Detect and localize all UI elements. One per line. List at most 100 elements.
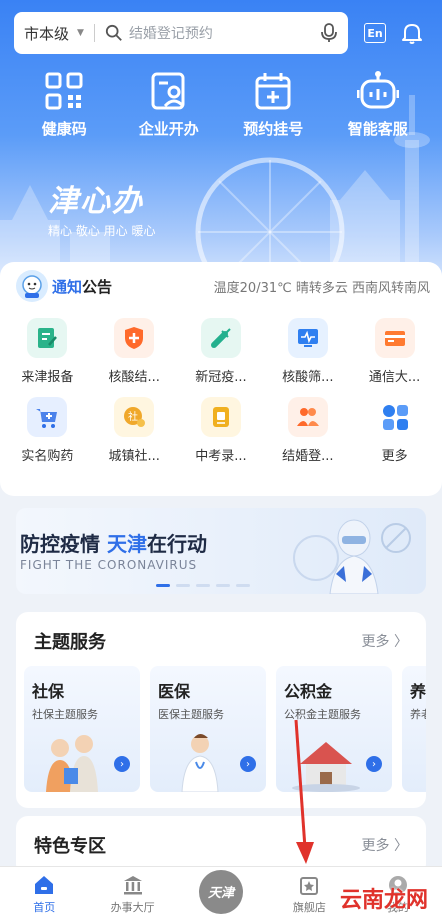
promo-banner[interactable]: 防控疫情 天津在行动 FIGHT THE CORONAVIRUS [16, 508, 426, 594]
service-item[interactable]: 社 城镇社... [91, 397, 178, 464]
tianjin-logo-button: 天津 [199, 869, 244, 914]
search-input[interactable]: 结婚登记预约 [129, 23, 320, 43]
store-icon [300, 877, 319, 895]
banner-title: 防控疫情 天津在行动 [20, 528, 207, 557]
theme-service-list: 社保 社保主题服务 › 医保 医保主题服务 › 公积金 公积金主题服务 › 养 … [24, 666, 426, 792]
brand-logo: 津心办 精心 敬心 用心 暖心 [48, 176, 155, 239]
service-card: 通知公告 温度20/31℃ 晴转多云 西南风转南风 来津报备 核酸结... 新冠… [0, 262, 442, 496]
service-item[interactable]: 新冠疫... [178, 318, 265, 385]
theme-services-section: 主题服务 更多 〉 社保 社保主题服务 › 医保 医保主题服务 › 公积金 公积… [16, 612, 426, 808]
search-icon [105, 24, 122, 41]
service-label: 核酸筛... [282, 370, 334, 385]
doctor-protective-suit-illustration [293, 519, 411, 594]
robot-icon [356, 71, 399, 109]
arrow-right-icon[interactable]: › [240, 756, 256, 772]
service-item[interactable]: 核酸结... [91, 318, 178, 385]
report-icon [27, 318, 68, 358]
social-badge-icon: 社 [114, 397, 155, 437]
weather-text: 温度20/31℃ 晴转多云 西南风转南风 [213, 280, 430, 296]
quick-action-health-code[interactable]: 健康码 [14, 70, 114, 139]
more-link[interactable]: 更多 〉 [362, 631, 408, 651]
svg-text:社: 社 [128, 410, 138, 423]
carousel-dot [176, 584, 190, 587]
divider [93, 24, 95, 42]
more-grid-icon [375, 397, 415, 437]
exam-icon [200, 397, 241, 437]
notice-bar[interactable]: 通知公告 温度20/31℃ 晴转多云 西南风转南风 [0, 262, 442, 310]
carousel-dot [196, 584, 210, 587]
arrow-right-icon[interactable]: › [114, 756, 130, 772]
tab-home[interactable]: 首页 [0, 867, 88, 922]
theme-service-card[interactable]: 社保 社保主题服务 › [24, 666, 140, 792]
service-grid: 来津报备 核酸结... 新冠疫... 核酸筛... 通信大... 实名购药 社 … [0, 310, 442, 464]
cart-plus-icon [27, 397, 68, 437]
service-label: 中考录... [195, 449, 247, 464]
theme-service-title: 医保 [158, 682, 191, 701]
tab-center-tianjin[interactable]: 天津 [177, 867, 265, 922]
service-item[interactable]: 核酸筛... [264, 318, 351, 385]
service-label: 通信大... [368, 370, 421, 385]
theme-service-title: 公积金 [284, 682, 333, 701]
couple-icon [287, 397, 328, 437]
theme-service-title: 养 [410, 682, 426, 701]
banner-subtitle: FIGHT THE CORONAVIRUS [20, 558, 198, 572]
banner-title-c: 在行动 [146, 532, 207, 556]
monitor-pulse-icon [287, 318, 328, 358]
quick-action-ai-service[interactable]: 智能客服 [328, 70, 428, 139]
home-icon [35, 876, 54, 894]
service-item[interactable]: 结婚登... [264, 397, 351, 464]
service-item[interactable]: 中考录... [178, 397, 265, 464]
service-label: 城镇社... [108, 449, 160, 464]
carousel-indicator [156, 584, 250, 587]
quick-action-appointment[interactable]: 预约挂号 [223, 70, 323, 139]
tab-label: 首页 [33, 901, 56, 914]
doctor-illustration [181, 734, 219, 792]
theme-service-subtitle: 养老 [410, 708, 426, 721]
government-building-icon [123, 876, 142, 895]
calendar-plus-icon [255, 73, 291, 110]
qr-code-icon [45, 72, 83, 110]
theme-service-title: 社保 [32, 682, 65, 701]
theme-service-card[interactable]: 公积金 公积金主题服务 › [276, 666, 392, 792]
quick-action-enterprise[interactable]: 企业开办 [119, 70, 219, 139]
quick-action-label: 健康码 [41, 120, 87, 138]
bell-icon[interactable] [400, 21, 424, 45]
service-label: 来津报备 [21, 370, 74, 385]
elderly-couple-illustration [46, 735, 98, 792]
brand-logo-text: 津心办 [48, 184, 144, 219]
theme-service-card[interactable]: 医保 医保主题服务 › [150, 666, 266, 792]
tab-label: 办事大厅 [110, 901, 155, 914]
carousel-dot [216, 584, 230, 587]
service-item[interactable]: 实名购药 [4, 397, 91, 464]
section-title: 特色专区 [34, 836, 106, 857]
service-item[interactable]: 来津报备 [4, 318, 91, 385]
shield-plus-icon [114, 318, 155, 358]
carousel-dot [156, 584, 170, 587]
top-bar: 市本级 ▼ 结婚登记预约 En [14, 12, 430, 54]
section-header: 主题服务 更多 〉 [16, 612, 426, 654]
service-item[interactable]: 通信大... [351, 318, 438, 385]
quick-action-label: 预约挂号 [243, 120, 304, 138]
caret-down-icon: ▼ [77, 28, 84, 38]
quick-actions: 健康码 企业开办 预约挂号 智能客服 [0, 70, 442, 139]
banner-title-a: 防控疫情 [20, 532, 107, 556]
section-title: 主题服务 [34, 632, 106, 653]
service-label: 更多 [381, 449, 408, 464]
mascot-avatar-icon [16, 270, 48, 302]
city-selector[interactable]: 市本级 [24, 23, 69, 44]
search-bar[interactable]: 市本级 ▼ 结婚登记预约 [14, 12, 348, 54]
microphone-icon[interactable] [320, 23, 338, 43]
hero-banner: 市本级 ▼ 结婚登记预约 En 健康码 企业开办 预约挂号 智能客服 津心办 精… [0, 0, 442, 300]
tab-service-hall[interactable]: 办事大厅 [88, 867, 176, 922]
banner-title-highlight: 天津 [106, 532, 147, 556]
syringe-icon [200, 318, 241, 358]
theme-service-card[interactable]: 养 养老 [402, 666, 426, 792]
service-label: 新冠疫... [195, 370, 247, 385]
more-link[interactable]: 更多 〉 [362, 835, 408, 855]
arrow-right-icon[interactable]: › [366, 756, 382, 772]
brand-slogan: 精心 敬心 用心 暖心 [48, 224, 156, 238]
service-item[interactable]: 更多 [351, 397, 438, 464]
theme-service-subtitle: 社保主题服务 [32, 708, 98, 721]
quick-action-label: 企业开办 [138, 120, 199, 138]
language-toggle-button[interactable]: En [364, 23, 386, 43]
